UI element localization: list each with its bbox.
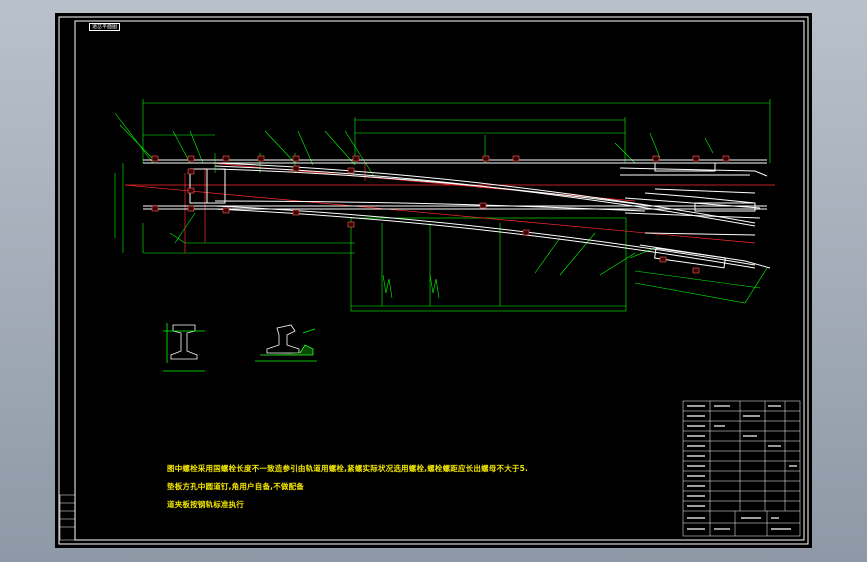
drawing-title-tag: 道岔平面图 xyxy=(89,23,121,31)
note-line-3: 道夹板按钢轨标准执行 xyxy=(167,500,244,509)
title-block-text-marks xyxy=(687,405,797,530)
dimension-lines xyxy=(114,99,771,312)
title-block xyxy=(682,400,801,537)
cad-drawing-viewport[interactable]: 道岔平面图 图中螺栓采用国螺栓长度不一致造参引由轨道用螺栓,紧螺实际状况选用螺栓… xyxy=(55,13,812,548)
center-lines xyxy=(124,162,775,253)
note-line-1: 图中螺栓采用国螺栓长度不一致造参引由轨道用螺栓,紧螺实际状况选用螺栓,螺栓螺距应… xyxy=(167,464,529,473)
rails xyxy=(143,159,771,269)
rail-section-1 xyxy=(163,323,205,372)
fastener-plates xyxy=(151,155,730,274)
side-block xyxy=(59,494,76,541)
rail-section-2 xyxy=(255,324,317,362)
note-line-2: 垫板方孔中圆道钉,角用户自备,不做配备 xyxy=(167,482,304,491)
